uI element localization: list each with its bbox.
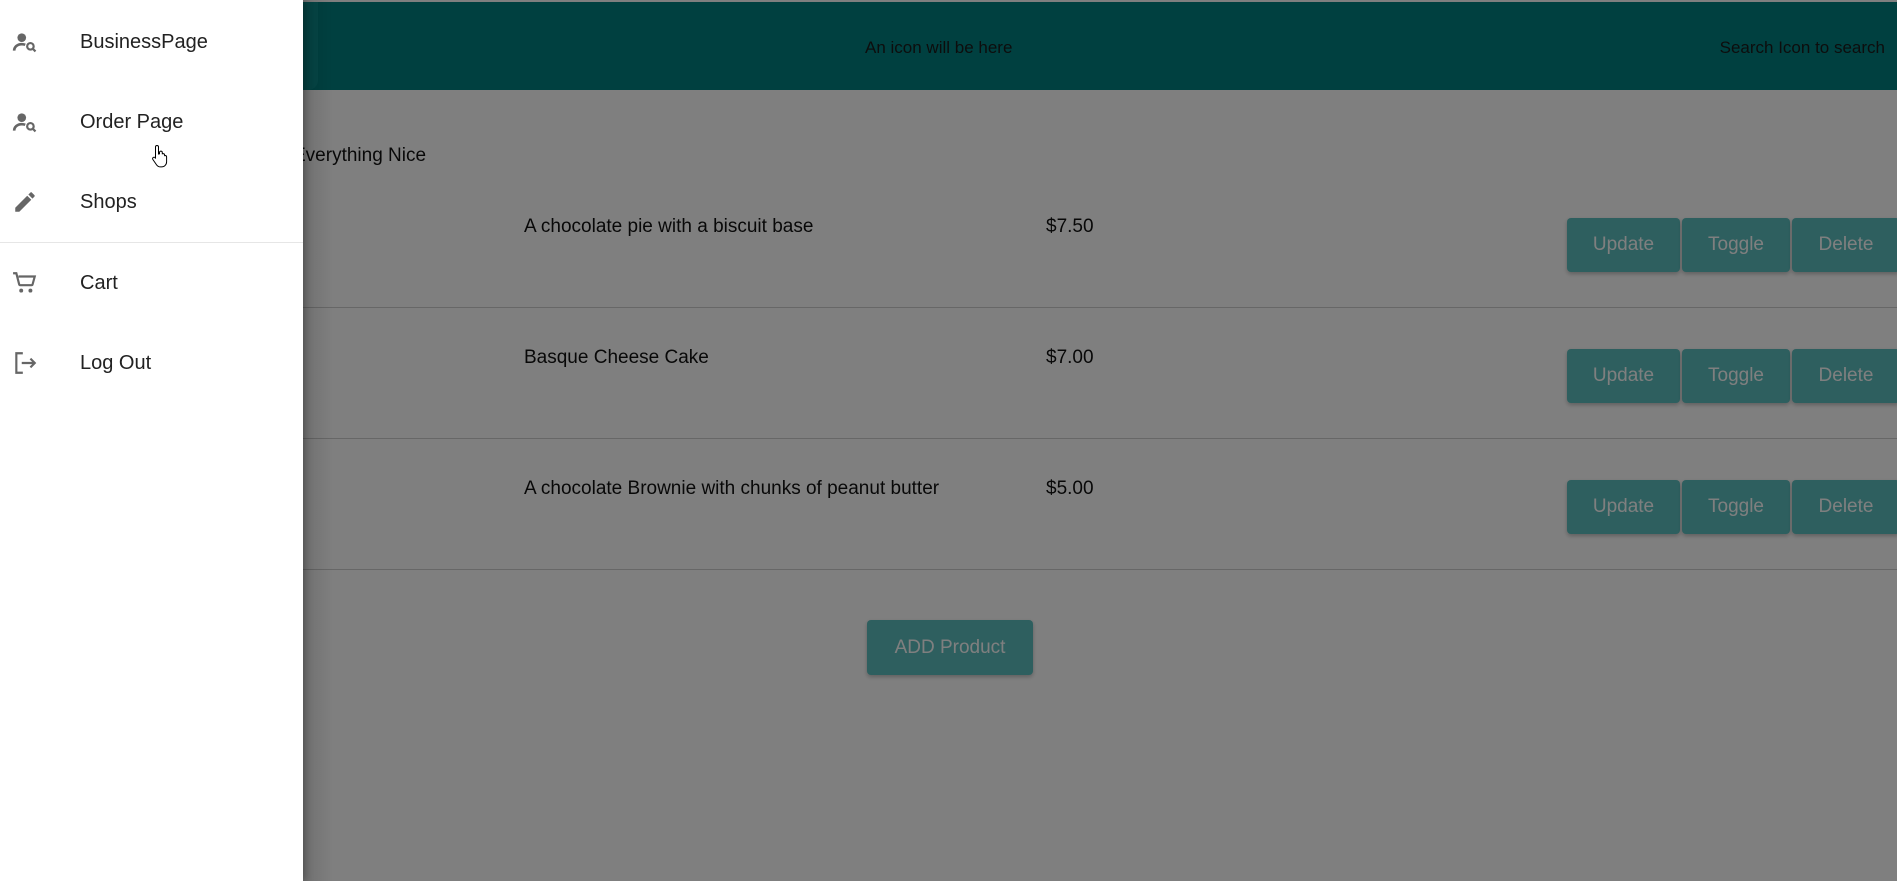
hand-cursor-icon (151, 144, 169, 168)
pencil-icon (12, 189, 38, 215)
drawer-item-label: BusinessPage (80, 31, 208, 53)
cart-icon (12, 270, 38, 296)
logout-icon (12, 350, 38, 376)
drawer-item-label: Log Out (80, 352, 152, 374)
drawer-item-shops[interactable]: Shops (0, 161, 303, 241)
drawer-item-label: Order Page (80, 111, 184, 133)
person-search-icon (12, 29, 38, 55)
drawer-item-label: Cart (80, 272, 118, 294)
drawer-item-business-page[interactable]: BusinessPage (0, 1, 303, 81)
drawer-item-cart[interactable]: Cart (0, 242, 303, 322)
drawer-item-log-out[interactable]: Log Out (0, 322, 303, 402)
drawer-edge-shadow (303, 0, 333, 881)
navigation-drawer: BusinessPage Order Page Shops Cart Log O… (0, 0, 303, 881)
drawer-item-label: Shops (80, 191, 137, 213)
person-search-icon (12, 109, 38, 135)
